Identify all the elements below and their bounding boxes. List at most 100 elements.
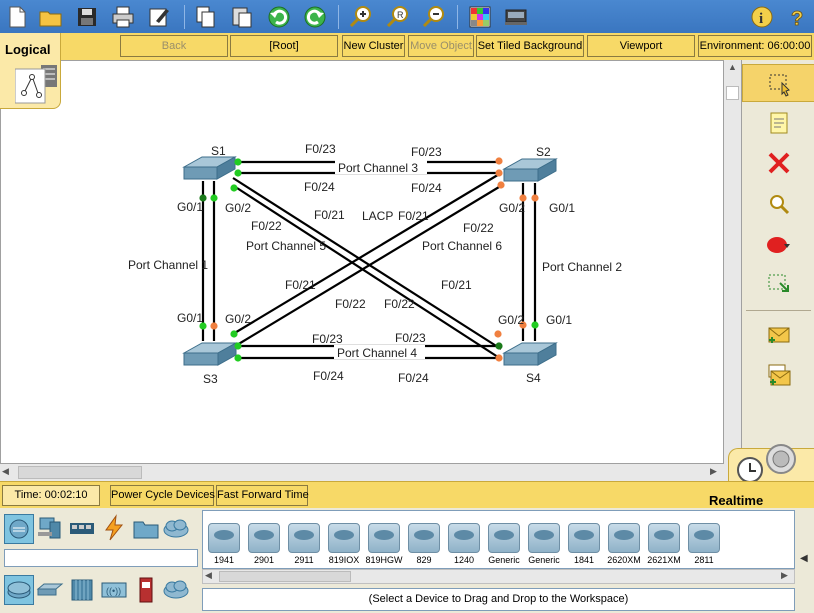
workspace-vertical-scrollbar[interactable]: ▲ (724, 60, 741, 464)
device-list-scrollbar[interactable]: ◀ ▶ (202, 569, 795, 584)
device-2620xm[interactable]: 2620XM (607, 523, 641, 567)
link-s2-s3-f021 (232, 172, 502, 335)
select-tool[interactable] (742, 64, 814, 102)
device-1841[interactable]: 1841 (567, 523, 601, 567)
logical-tab[interactable]: Logical (0, 33, 61, 109)
routers-subcategory-icon[interactable] (4, 575, 34, 605)
device-2621xm[interactable]: 2621XM (647, 523, 681, 567)
viewport-button[interactable]: Viewport (587, 35, 695, 57)
device-2901[interactable]: 2901 (247, 523, 281, 567)
scroll-right-icon[interactable]: ▶ (781, 570, 788, 581)
port-channel-4-label: Port Channel 4 (337, 346, 417, 360)
device-819hgw[interactable]: 819HGW (365, 523, 403, 567)
copy-icon[interactable] (193, 4, 219, 30)
move-object-button[interactable]: Move Object (408, 35, 474, 57)
activity-wizard-icon[interactable] (146, 4, 172, 30)
s4-label: S4 (526, 371, 541, 385)
s1-g01-label: G0/1 (177, 200, 203, 214)
scroll-right-icon[interactable]: ▶ (710, 466, 722, 479)
collapse-arrow-icon[interactable]: ◀ (800, 553, 808, 564)
s3-g01-label: G0/1 (177, 311, 203, 325)
components-category-icon[interactable] (68, 514, 96, 542)
vertical-scroll-thumb[interactable] (726, 86, 739, 100)
help-icon[interactable]: ? (785, 4, 811, 30)
device-scroll-thumb[interactable] (219, 571, 351, 582)
paste-icon[interactable] (229, 4, 255, 30)
time-display: Time: 00:02:10 (2, 485, 100, 506)
add-simple-pdu-tool[interactable] (742, 315, 814, 353)
miscellaneous-category-icon[interactable] (132, 514, 160, 542)
redo-icon[interactable] (302, 4, 328, 30)
scroll-left-icon[interactable]: ◀ (2, 466, 14, 479)
hubs-subcategory-icon[interactable] (68, 575, 96, 603)
device-829[interactable]: 829 (407, 523, 441, 567)
connections-category-icon[interactable] (100, 514, 128, 542)
s4-f023-label: F0/23 (395, 331, 426, 345)
device-1240[interactable]: 1240 (447, 523, 481, 567)
add-complex-pdu-tool[interactable] (742, 356, 814, 394)
open-icon[interactable] (38, 4, 64, 30)
environment-button[interactable]: Environment: 06:00:00 (698, 35, 812, 57)
wireless-devices-subcategory-icon[interactable]: ((•)) (100, 575, 128, 603)
s1-f023-label: F0/23 (305, 142, 336, 156)
device-selection-hint: (Select a Device to Drag and Drop to the… (202, 588, 795, 611)
main-toolbar: R i ? (0, 0, 814, 33)
inspect-icon (770, 195, 790, 215)
new-cluster-button[interactable]: New Cluster (342, 35, 405, 57)
switch-s1 (182, 156, 237, 180)
resize-tool[interactable] (742, 265, 814, 303)
device-1941[interactable]: 1941 (207, 523, 241, 567)
scroll-left-icon[interactable]: ◀ (205, 570, 212, 581)
logical-view-icon (15, 65, 57, 104)
s3-label: S3 (203, 372, 218, 386)
zoom-in-icon[interactable] (348, 4, 374, 30)
delete-tool[interactable] (742, 144, 814, 182)
horizontal-scroll-thumb[interactable] (18, 466, 142, 479)
topology-canvas: S1 S2 S3 S4 F0/23 F0/23 Port Channel 3 F… (128, 142, 622, 386)
network-devices-category-icon[interactable] (4, 514, 34, 544)
router-icon (448, 523, 480, 553)
draw-shape-tool[interactable] (742, 225, 814, 263)
end-devices-category-icon[interactable] (36, 514, 64, 542)
place-note-tool[interactable] (742, 104, 814, 142)
zoom-reset-icon[interactable]: R (385, 4, 411, 30)
custom-device-icon[interactable] (503, 4, 529, 30)
switches-subcategory-icon[interactable] (36, 575, 64, 603)
inspect-tool[interactable] (742, 185, 814, 223)
save-icon[interactable] (74, 4, 100, 30)
fast-forward-time-button[interactable]: Fast Forward Time (216, 485, 309, 506)
back-button[interactable]: Back (120, 35, 228, 57)
new-icon[interactable] (4, 4, 30, 30)
s4-f022-label: F0/22 (384, 297, 415, 311)
s1-f021-label: F0/21 (314, 208, 345, 222)
device-2911[interactable]: 2911 (287, 523, 321, 567)
workspace-horizontal-scrollbar[interactable]: ◀ ▶ (0, 464, 741, 481)
device-2811[interactable]: 2811 (687, 523, 721, 567)
port-channel-1-label: Port Channel 1 (128, 258, 208, 272)
power-cycle-devices-button[interactable]: Power Cycle Devices (110, 485, 215, 506)
device-generic-2[interactable]: Generic (527, 523, 561, 567)
select-icon (769, 74, 790, 97)
device-generic-1[interactable]: Generic (487, 523, 521, 567)
s4-f021-label: F0/21 (441, 278, 472, 292)
device-819iox[interactable]: 819IOX (327, 523, 361, 567)
resize-icon (768, 274, 789, 292)
palette-icon[interactable] (467, 4, 493, 30)
s2-f024-label: F0/24 (411, 181, 442, 195)
draw-shape-icon (767, 237, 790, 253)
router-icon (408, 523, 440, 553)
multiuser-connection-category-icon[interactable] (162, 514, 190, 542)
info-icon[interactable]: i (749, 4, 775, 30)
undo-icon[interactable] (266, 4, 292, 30)
root-button[interactable]: [Root] (230, 35, 338, 57)
logical-workspace[interactable]: S1 S2 S3 S4 F0/23 F0/23 Port Channel 3 F… (0, 60, 724, 464)
security-subcategory-icon[interactable] (132, 575, 160, 603)
svg-text:i: i (759, 11, 763, 27)
svg-text:((•)): ((•)) (106, 586, 121, 596)
set-tiled-background-button[interactable]: Set Tiled Background (476, 35, 584, 57)
s3-f021-label: F0/21 (285, 278, 316, 292)
scroll-up-icon[interactable]: ▲ (726, 62, 739, 75)
print-icon[interactable] (110, 4, 136, 30)
zoom-out-icon[interactable] (421, 4, 447, 30)
wan-emulation-subcategory-icon[interactable] (162, 575, 190, 603)
